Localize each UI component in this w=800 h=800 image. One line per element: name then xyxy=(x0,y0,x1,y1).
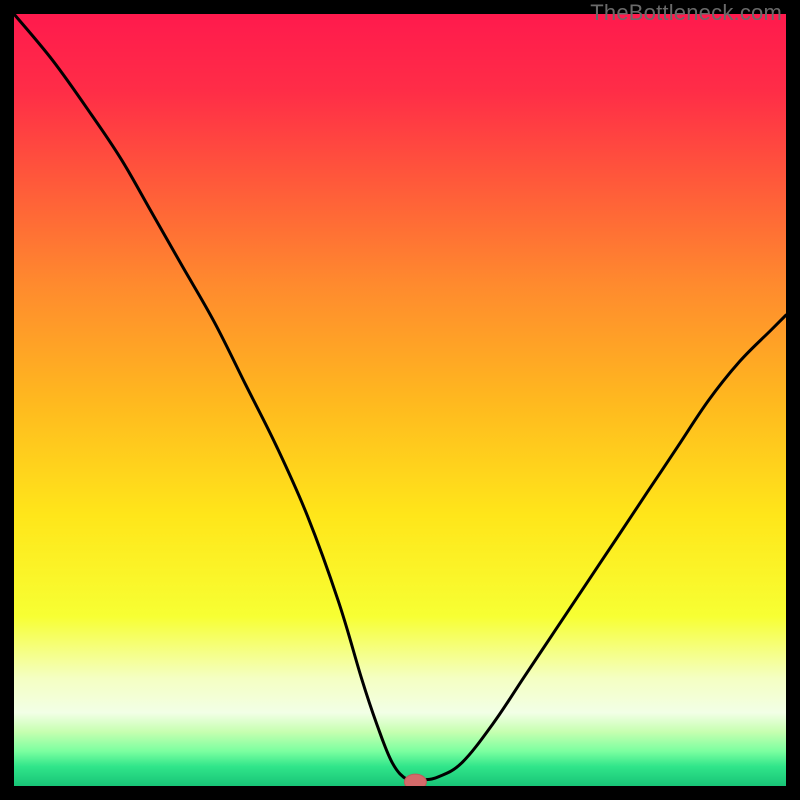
optimal-point-marker xyxy=(404,774,426,786)
chart-frame xyxy=(14,14,786,786)
watermark-text: TheBottleneck.com xyxy=(590,0,782,26)
bottleneck-chart xyxy=(14,14,786,786)
gradient-background xyxy=(14,14,786,786)
